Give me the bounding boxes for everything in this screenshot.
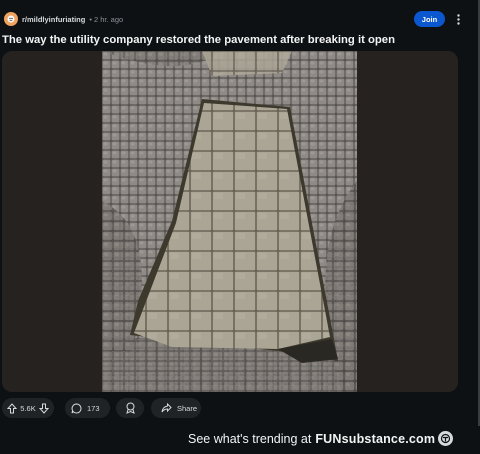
footer-brand: FUNsubstance.com xyxy=(315,431,436,446)
subreddit-avatar-icon xyxy=(7,15,15,23)
share-label: Share xyxy=(177,403,198,413)
comment-icon xyxy=(71,402,82,413)
separator-dot: • xyxy=(89,14,92,24)
award-icon xyxy=(125,402,135,414)
post-header: r/mildlyinfuriating • 2 hr. ago Join xyxy=(4,9,474,29)
post-title[interactable]: The way the utility company restored the… xyxy=(2,34,395,46)
share-icon xyxy=(161,403,172,413)
footer-text: See what's trending at xyxy=(188,431,312,446)
subreddit-name[interactable]: r/mildlyinfuriating xyxy=(22,15,85,24)
share-button[interactable]: Share xyxy=(151,398,201,418)
comments-button[interactable]: 173 xyxy=(65,398,110,418)
subreddit-avatar[interactable] xyxy=(4,12,18,26)
action-bar: 5.6K 173 Share xyxy=(0,398,470,418)
pavement-photo xyxy=(102,51,357,392)
upvote-icon[interactable] xyxy=(7,402,17,414)
more-options-icon[interactable] xyxy=(451,10,465,28)
vote-control: 5.6K xyxy=(2,398,54,418)
post-media[interactable] xyxy=(2,51,458,392)
downvote-icon[interactable] xyxy=(39,403,49,414)
watermark-footer: See what's trending at FUNsubstance.com xyxy=(188,431,454,446)
funsubstance-logo-icon xyxy=(438,431,454,446)
join-button[interactable]: Join xyxy=(414,11,445,27)
comment-count: 173 xyxy=(87,403,100,413)
vote-count: 5.6K xyxy=(20,403,36,413)
award-button[interactable] xyxy=(116,398,144,418)
post-age: 2 hr. ago xyxy=(93,14,124,24)
